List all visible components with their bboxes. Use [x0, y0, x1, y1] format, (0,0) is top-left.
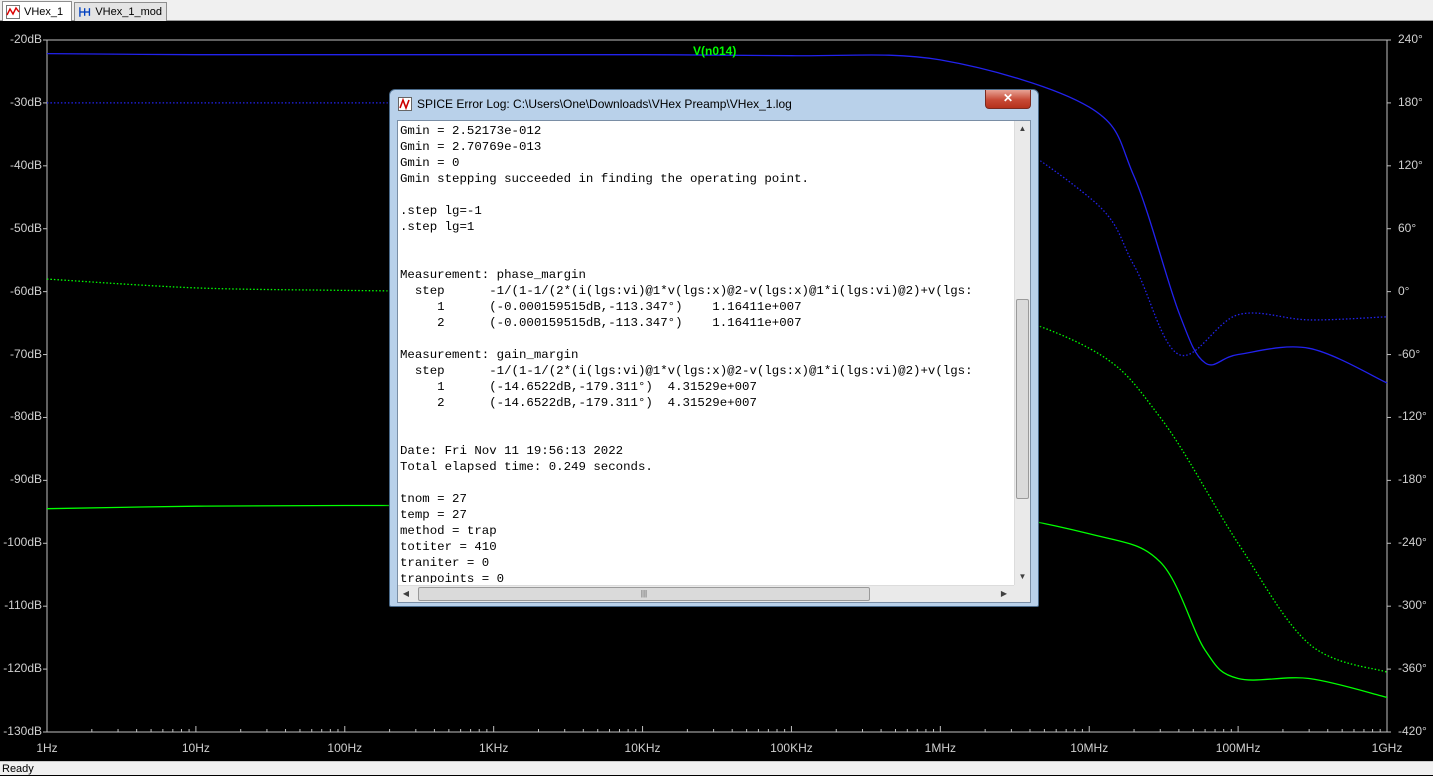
x-axis-label[interactable]: 1Hz: [36, 741, 57, 755]
y-axis-right-label[interactable]: 180°: [1398, 95, 1432, 109]
log-line: 1 (-0.000159515dB,-113.347°) 1.16411e+00…: [400, 300, 802, 314]
log-line: method = trap: [400, 524, 497, 538]
log-line: Measurement: gain_margin: [400, 348, 579, 362]
close-button[interactable]: ✕: [985, 90, 1031, 109]
x-axis-label[interactable]: 10Hz: [182, 741, 210, 755]
y-axis-left-label[interactable]: -90dB: [0, 472, 42, 486]
log-line: 2 (-0.000159515dB,-113.347°) 1.16411e+00…: [400, 316, 802, 330]
y-axis-left-label[interactable]: -40dB: [0, 158, 42, 172]
y-axis-left-label[interactable]: -100dB: [0, 535, 42, 549]
scroll-corner: [1014, 585, 1030, 602]
log-line: step -1/(1-1/(2*(i(lgs:vi)@1*v(lgs:x)@2-…: [400, 284, 973, 298]
scroll-up-arrow-icon[interactable]: ▲: [1015, 121, 1030, 137]
y-axis-left-label[interactable]: -60dB: [0, 284, 42, 298]
y-axis-left-label[interactable]: -30dB: [0, 95, 42, 109]
log-line: Measurement: phase_margin: [400, 268, 586, 282]
log-line: Gmin = 0: [400, 156, 460, 170]
schematic-icon: [79, 7, 91, 17]
log-line: Gmin stepping succeeded in finding the o…: [400, 172, 809, 186]
x-axis-label[interactable]: 1KHz: [479, 741, 508, 755]
log-line: 1 (-14.6522dB,-179.311°) 4.31529e+007: [400, 380, 757, 394]
horizontal-scrollbar[interactable]: ◀ ||| ▶: [398, 585, 1030, 602]
y-axis-right-label[interactable]: 60°: [1398, 221, 1432, 235]
x-axis-label[interactable]: 10MHz: [1070, 741, 1108, 755]
log-line: 2 (-14.6522dB,-179.311°) 4.31529e+007: [400, 396, 757, 410]
y-axis-right-label[interactable]: -180°: [1398, 472, 1432, 486]
y-axis-left-label[interactable]: -130dB: [0, 724, 42, 738]
tab-label: VHex_1: [24, 5, 64, 18]
x-axis-label[interactable]: 1GHz: [1372, 741, 1403, 755]
ltspice-app-icon: [398, 97, 412, 111]
horizontal-scroll-thumb[interactable]: |||: [418, 587, 870, 601]
x-axis-label[interactable]: 10KHz: [625, 741, 661, 755]
log-line: Gmin = 2.70769e-013: [400, 140, 542, 154]
y-axis-right-label[interactable]: 120°: [1398, 158, 1432, 172]
scroll-left-arrow-icon[interactable]: ◀: [398, 586, 414, 602]
y-axis-right-label[interactable]: -60°: [1398, 347, 1432, 361]
y-axis-right-label[interactable]: -300°: [1398, 598, 1432, 612]
log-line: Date: Fri Nov 11 19:56:13 2022: [400, 444, 624, 458]
log-line: .step lg=1: [400, 220, 475, 234]
log-line: tnom = 27: [400, 492, 467, 506]
y-axis-right-label[interactable]: -360°: [1398, 661, 1432, 675]
log-line: step -1/(1-1/(2*(i(lgs:vi)@1*v(lgs:x)@2-…: [400, 364, 973, 378]
dialog-title: SPICE Error Log: C:\Users\One\Downloads\…: [417, 97, 792, 111]
y-axis-left-label[interactable]: -20dB: [0, 32, 42, 46]
waveform-icon: [6, 4, 20, 19]
y-axis-right-label[interactable]: 0°: [1398, 284, 1432, 298]
scroll-down-arrow-icon[interactable]: ▼: [1015, 569, 1030, 585]
log-line: temp = 27: [400, 508, 467, 522]
y-axis-right-label[interactable]: 240°: [1398, 32, 1432, 46]
status-text: Ready: [2, 763, 34, 775]
x-axis-label[interactable]: 100KHz: [770, 741, 813, 755]
y-axis-left-label[interactable]: -50dB: [0, 221, 42, 235]
tab-bar: VHex_1 VHex_1_mod: [0, 0, 1433, 21]
log-line: totiter = 410: [400, 540, 497, 554]
y-axis-right-label[interactable]: -120°: [1398, 409, 1432, 423]
vertical-scroll-thumb[interactable]: [1016, 299, 1029, 499]
spice-error-log-dialog: SPICE Error Log: C:\Users\One\Downloads\…: [389, 89, 1039, 607]
x-axis-label[interactable]: 1MHz: [925, 741, 956, 755]
x-axis-label[interactable]: 100MHz: [1216, 741, 1261, 755]
trace-name[interactable]: V(n014): [693, 44, 736, 58]
dialog-titlebar[interactable]: SPICE Error Log: C:\Users\One\Downloads\…: [398, 95, 792, 113]
y-axis-right-label[interactable]: -420°: [1398, 724, 1432, 738]
log-text-area[interactable]: Gmin = 2.52173e-012 Gmin = 2.70769e-013 Gm…: [397, 120, 1031, 603]
tab-vhex-1-mod[interactable]: VHex_1_mod: [74, 2, 167, 21]
y-axis-left-label[interactable]: -120dB: [0, 661, 42, 675]
scroll-right-arrow-icon[interactable]: ▶: [996, 586, 1012, 602]
log-line: traniter = 0: [400, 556, 490, 570]
vertical-scrollbar[interactable]: ▲ ▼: [1014, 121, 1030, 585]
log-line: Gmin = 2.52173e-012: [400, 124, 542, 138]
log-line: .step lg=-1: [400, 204, 482, 218]
log-content[interactable]: Gmin = 2.52173e-012 Gmin = 2.70769e-013 Gm…: [400, 123, 1012, 583]
y-axis-left-label[interactable]: -70dB: [0, 347, 42, 361]
log-line: tranpoints = 0: [400, 572, 505, 583]
tab-label: VHex_1_mod: [95, 6, 162, 18]
y-axis-left-label[interactable]: -80dB: [0, 409, 42, 423]
y-axis-right-label[interactable]: -240°: [1398, 535, 1432, 549]
y-axis-left-label[interactable]: -110dB: [0, 598, 42, 612]
log-line: Total elapsed time: 0.249 seconds.: [400, 460, 653, 474]
status-bar: Ready: [0, 761, 1433, 775]
tab-vhex-1[interactable]: VHex_1: [2, 1, 72, 21]
x-axis-label[interactable]: 100Hz: [327, 741, 362, 755]
